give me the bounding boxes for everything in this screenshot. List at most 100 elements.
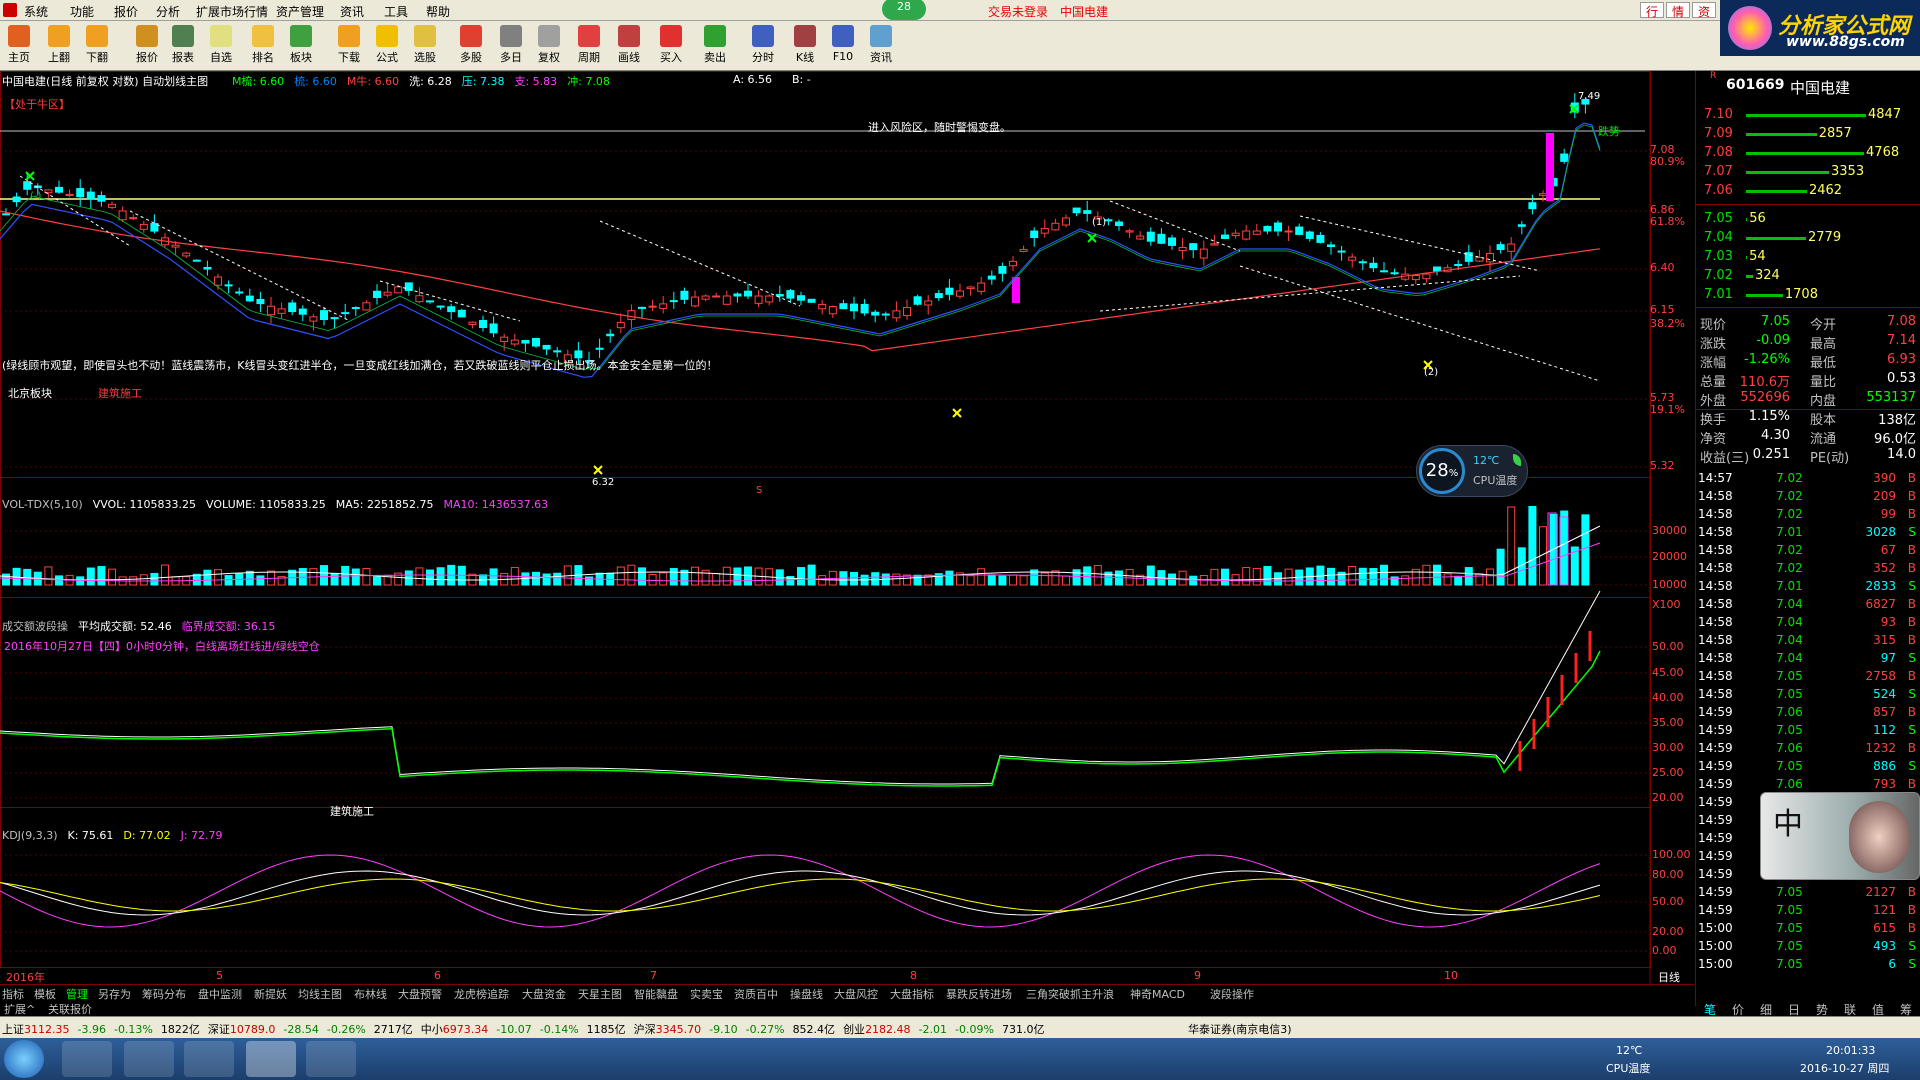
- stock-code[interactable]: 601669: [1726, 77, 1784, 93]
- toolbar-btn-17[interactable]: 卖出: [696, 25, 734, 69]
- taskbar-app-2[interactable]: [124, 1041, 174, 1077]
- status-item-19: 731.0亿: [1002, 1023, 1045, 1036]
- extension-tab-0[interactable]: 扩展^: [4, 1001, 35, 1017]
- toolbar-btn-9[interactable]: 公式: [368, 25, 406, 69]
- taskbar-app-1[interactable]: [62, 1041, 112, 1077]
- toolbar-btn-0[interactable]: 主页: [0, 25, 38, 69]
- menu-right-btn-2[interactable]: 资: [1692, 2, 1716, 19]
- start-button[interactable]: [4, 1040, 44, 1078]
- candle-body: [1337, 250, 1346, 253]
- tick-time: 14:58: [1698, 597, 1733, 611]
- clock-time[interactable]: 20:01:33: [1826, 1044, 1875, 1057]
- status-item-label: 中小: [420, 1023, 443, 1036]
- stock-name[interactable]: 中国电建: [1790, 77, 1850, 98]
- chart-area[interactable]: 中国电建(日线 前复权 对数) 自动划线主图 M梳: 6.60 梳: 6.60 M牛…: [0, 71, 1694, 984]
- period-label[interactable]: 日线: [1658, 969, 1680, 985]
- panel-frame: [0, 807, 1651, 968]
- toolbar-btn-8[interactable]: 下载: [330, 25, 368, 69]
- candle-body: [320, 310, 328, 321]
- candle-body: [362, 302, 371, 311]
- menu-right-btn-0[interactable]: 行: [1640, 2, 1664, 19]
- toolbar-btn-13[interactable]: 复权: [530, 25, 568, 69]
- volume-bar: [1072, 569, 1081, 586]
- ask-price[interactable]: 7.09: [1704, 126, 1733, 141]
- main-indicator-5: 支: 5.83: [514, 75, 558, 88]
- industry-label[interactable]: 建筑施工: [98, 385, 142, 401]
- menu-item-3[interactable]: 分析: [156, 3, 180, 20]
- toolbar-btn-7[interactable]: 板块: [282, 25, 320, 69]
- toolbar-label-21: 资讯: [870, 51, 892, 64]
- toolbar-btn-6[interactable]: 排名: [244, 25, 282, 69]
- candle-body: [1316, 234, 1325, 243]
- menu-item-7[interactable]: 工具: [384, 3, 408, 20]
- candle-body: [267, 305, 275, 316]
- ask-price[interactable]: 7.07: [1704, 164, 1733, 179]
- volume-bar: [1062, 575, 1070, 586]
- bid-price[interactable]: 7.03: [1704, 249, 1733, 264]
- toolbar-btn-20[interactable]: F10: [824, 25, 862, 69]
- tick-volume: 793: [1873, 777, 1896, 791]
- menu-right-btn-1[interactable]: 情: [1666, 2, 1690, 19]
- menu-item-4[interactable]: 扩展市场行情: [196, 3, 268, 20]
- candle-body: [532, 337, 540, 347]
- toolbar-btn-2[interactable]: 下翻: [78, 25, 116, 69]
- bid-price[interactable]: 7.05: [1704, 211, 1733, 226]
- update-badge[interactable]: 28: [882, 0, 926, 20]
- toolbar-btn-19[interactable]: K线: [786, 25, 824, 69]
- menu-item-2[interactable]: 报价: [114, 3, 138, 20]
- broker-label[interactable]: 华泰证券(南京电信3): [1188, 1021, 1292, 1037]
- stat-label: 涨幅: [1700, 356, 1727, 371]
- sector-label[interactable]: 北京板块: [8, 385, 52, 401]
- toolbar-btn-1[interactable]: 上翻: [40, 25, 78, 69]
- extension-tab-1[interactable]: 关联报价: [48, 1001, 92, 1017]
- login-status[interactable]: 交易未登录: [988, 3, 1048, 20]
- toolbar-btn-10[interactable]: 选股: [406, 25, 444, 69]
- clock-date[interactable]: 2016-10-27 周四: [1800, 1060, 1889, 1076]
- ask-bar: [1746, 114, 1866, 117]
- mark-1: (1): [1092, 217, 1107, 228]
- bid-price[interactable]: 7.04: [1704, 230, 1733, 245]
- status-bar: 上证3112.35 -3.96 -0.13% 1822亿 深证10789.0 -28.54…: [0, 1016, 1920, 1038]
- toolbar-btn-14[interactable]: 周期: [570, 25, 608, 69]
- toolbar-btn-15[interactable]: 画线: [610, 25, 648, 69]
- candle-body: [1517, 224, 1526, 227]
- toolbar-btn-5[interactable]: 自选: [202, 25, 240, 69]
- stat-value: 7.14: [1887, 333, 1916, 348]
- toolbar-btn-12[interactable]: 多日: [492, 25, 530, 69]
- status-item-value: 3112.35: [24, 1023, 70, 1036]
- taskbar-app-4[interactable]: [246, 1041, 296, 1077]
- candle-body: [1168, 237, 1176, 246]
- taskbar-app-3[interactable]: [184, 1041, 234, 1077]
- menu-item-0[interactable]: 系统: [24, 3, 48, 20]
- cpu-widget[interactable]: 28% 12℃ CPU温度: [1416, 445, 1528, 497]
- toolbar-btn-21[interactable]: 资讯: [862, 25, 900, 69]
- volume-bar: [489, 568, 498, 586]
- ask-price[interactable]: 7.08: [1704, 145, 1733, 160]
- menu-item-1[interactable]: 功能: [70, 3, 94, 20]
- ask-price[interactable]: 7.06: [1704, 183, 1733, 198]
- axis-label: 80.00: [1652, 868, 1684, 881]
- toolbar-btn-11[interactable]: 多股: [452, 25, 490, 69]
- menu-item-5[interactable]: 资产管理: [276, 3, 324, 20]
- menu-item-8[interactable]: 帮助: [426, 3, 450, 20]
- bid-volume: 1708: [1784, 287, 1818, 302]
- candle-body: [1157, 233, 1166, 244]
- menu-item-6[interactable]: 资讯: [340, 3, 364, 20]
- taskbar-app-5[interactable]: [306, 1041, 356, 1077]
- bid-price[interactable]: 7.02: [1704, 268, 1733, 283]
- stat-value: 553137: [1866, 390, 1916, 405]
- chart-svg[interactable]: [0, 71, 1694, 984]
- candle-body: [998, 266, 1007, 274]
- candle-body: [500, 336, 509, 342]
- toolbar-btn-3[interactable]: 报价: [128, 25, 166, 69]
- candle-body: [1305, 231, 1314, 239]
- bid-price[interactable]: 7.01: [1704, 287, 1733, 302]
- ask-volume: 4768: [1866, 145, 1900, 160]
- toolbar-btn-16[interactable]: 买入: [652, 25, 690, 69]
- toolbar-btn-4[interactable]: 报表: [164, 25, 202, 69]
- avatar-banner[interactable]: 中: [1760, 792, 1920, 880]
- orderbook-divider: [1696, 204, 1920, 205]
- ask-price[interactable]: 7.10: [1704, 107, 1733, 122]
- toolbar-btn-18[interactable]: 分时: [744, 25, 782, 69]
- volume-bar: [256, 575, 265, 586]
